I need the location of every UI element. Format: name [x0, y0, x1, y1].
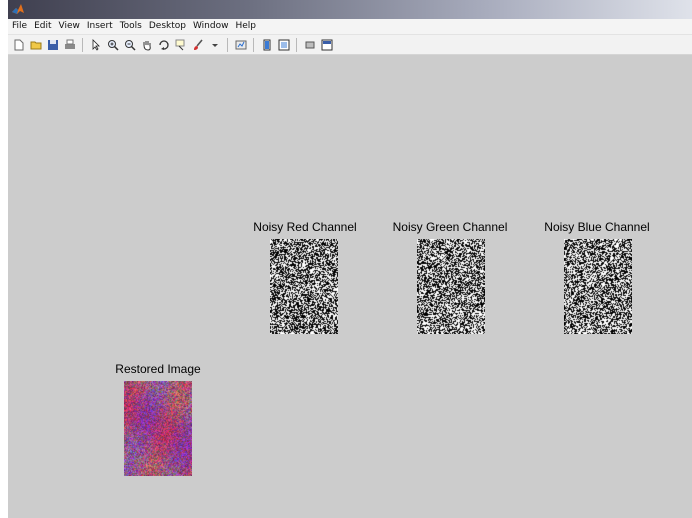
title-bar — [8, 0, 692, 19]
pan-button[interactable] — [140, 38, 153, 51]
pan-hand-icon — [143, 40, 151, 51]
menu-help[interactable]: Help — [235, 19, 256, 34]
link-plot-button[interactable] — [234, 38, 247, 51]
new-file-icon — [14, 39, 23, 50]
show-plot-tools-icon — [321, 39, 332, 50]
link-plot-icon — [235, 40, 246, 49]
hide-plot-tools-icon — [305, 41, 314, 48]
pointer-button[interactable] — [89, 38, 102, 51]
figure-canvas: Noisy Red Channel Noisy Green Channel No… — [8, 56, 692, 518]
colorbar-button[interactable] — [260, 38, 273, 51]
toolbar-separator — [227, 37, 228, 52]
menu-view[interactable]: View — [59, 19, 80, 34]
print-icon — [64, 39, 75, 49]
colorbar-icon — [263, 39, 270, 50]
toolbar-separator — [82, 37, 83, 52]
rotate-3d-button[interactable] — [157, 38, 170, 51]
print-button[interactable] — [63, 38, 76, 51]
legend-button[interactable] — [277, 38, 290, 51]
zoom-in-button[interactable] — [106, 38, 119, 51]
noisy-green-channel-image — [417, 239, 485, 334]
hide-plot-tools-button[interactable] — [303, 38, 316, 51]
open-folder-icon — [30, 41, 41, 49]
figure-toolbar — [8, 35, 692, 55]
menu-bar: File Edit View Insert Tools Desktop Wind… — [8, 19, 692, 35]
menu-tools[interactable]: Tools — [120, 19, 142, 34]
brush-dropdown[interactable] — [208, 38, 221, 51]
menu-window[interactable]: Window — [193, 19, 229, 34]
legend-icon — [278, 39, 289, 50]
new-file-button[interactable] — [12, 38, 25, 51]
panel-title: Noisy Red Channel — [253, 220, 357, 234]
data-cursor-button[interactable] — [174, 38, 187, 51]
brush-icon — [193, 38, 203, 50]
matlab-figure-window: File Edit View Insert Tools Desktop Wind… — [8, 0, 692, 518]
chevron-down-icon — [211, 43, 218, 47]
panel-title: Restored Image — [115, 362, 201, 376]
matlab-logo-icon — [12, 4, 24, 14]
pointer-icon — [92, 38, 100, 51]
noisy-blue-channel-image — [564, 239, 632, 334]
restored-image — [124, 381, 192, 476]
data-cursor-icon — [175, 39, 184, 50]
toolbar-separator — [253, 37, 254, 52]
brush-button[interactable] — [191, 38, 204, 51]
panel-title: Noisy Blue Channel — [544, 220, 650, 234]
save-icon — [47, 39, 58, 50]
save-button[interactable] — [46, 38, 59, 51]
zoom-out-icon — [124, 39, 136, 51]
toolbar-separator — [296, 37, 297, 52]
menu-file[interactable]: File — [12, 19, 27, 34]
show-plot-tools-button[interactable] — [320, 38, 333, 51]
menu-desktop[interactable]: Desktop — [149, 19, 186, 34]
rotate-3d-icon — [158, 39, 169, 50]
menu-insert[interactable]: Insert — [87, 19, 113, 34]
zoom-in-icon — [107, 39, 119, 51]
panel-title: Noisy Green Channel — [392, 220, 508, 234]
menu-edit[interactable]: Edit — [34, 19, 51, 34]
open-file-button[interactable] — [29, 38, 42, 51]
noisy-red-channel-image — [270, 239, 338, 334]
zoom-out-button[interactable] — [123, 38, 136, 51]
